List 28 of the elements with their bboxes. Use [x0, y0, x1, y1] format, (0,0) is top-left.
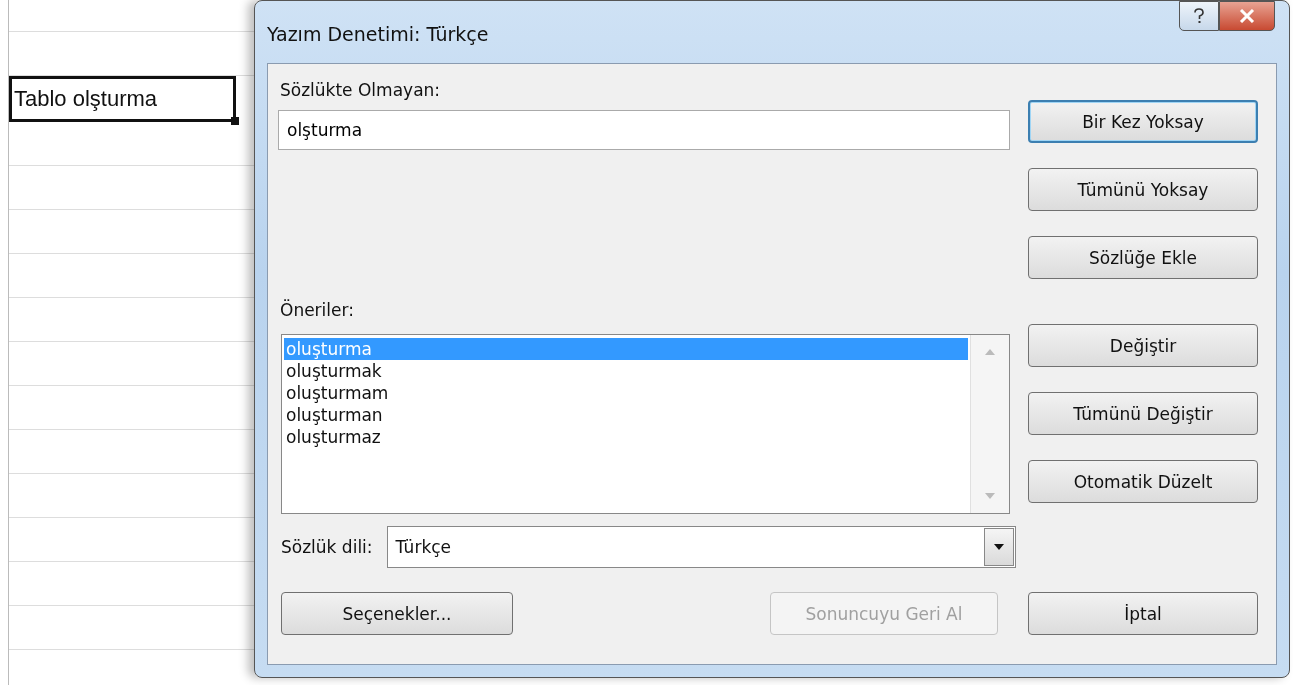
input-field[interactable]: olşturma: [278, 110, 1010, 150]
dialog-button[interactable]: Seçenekler...: [281, 592, 513, 635]
up-arrow-icon: [985, 349, 995, 355]
dialog-button[interactable]: Tümünü Değiştir: [1028, 392, 1258, 435]
help-icon: [1193, 8, 1205, 24]
list-label: Öneriler:: [280, 300, 355, 322]
dialog-button[interactable]: Otomatik Düzelt: [1028, 460, 1258, 503]
language-label: Sözlük dili:: [281, 537, 373, 557]
close-icon: [1239, 9, 1255, 23]
window-title: Yazım Denetimi: Türkçe: [267, 23, 489, 45]
list-item[interactable]: oluşturmak: [284, 360, 968, 382]
dialog-button[interactable]: Sözlüğe Ekle: [1028, 236, 1258, 279]
dialog-button[interactable]: Bir Kez Yoksay: [1028, 100, 1258, 143]
down-arrow-icon: [985, 493, 995, 499]
language-dropdown[interactable]: Türkçe: [386, 526, 1016, 568]
list-item[interactable]: oluşturmam: [284, 382, 968, 404]
dialog-button[interactable]: Tümünü Yoksay: [1028, 168, 1258, 211]
list-item[interactable]: oluşturmaz: [284, 426, 968, 448]
selected-cell[interactable]: Tablo olşturma: [9, 76, 236, 122]
dialog-button[interactable]: İptal: [1028, 592, 1258, 635]
list-item[interactable]: oluşturman: [284, 404, 968, 426]
scrollbar[interactable]: [970, 335, 1009, 513]
dropdown-arrow-icon: [994, 544, 1004, 550]
dialog-button[interactable]: Değiştir: [1028, 324, 1258, 367]
field-label: Sözlükte Olmayan:: [280, 80, 442, 102]
help-button[interactable]: [1179, 1, 1219, 31]
close-button[interactable]: [1219, 1, 1275, 31]
suggestions-list[interactable]: oluşturma oluşturmak oluşturmam oluşturman oluşturmaz: [281, 334, 1010, 514]
